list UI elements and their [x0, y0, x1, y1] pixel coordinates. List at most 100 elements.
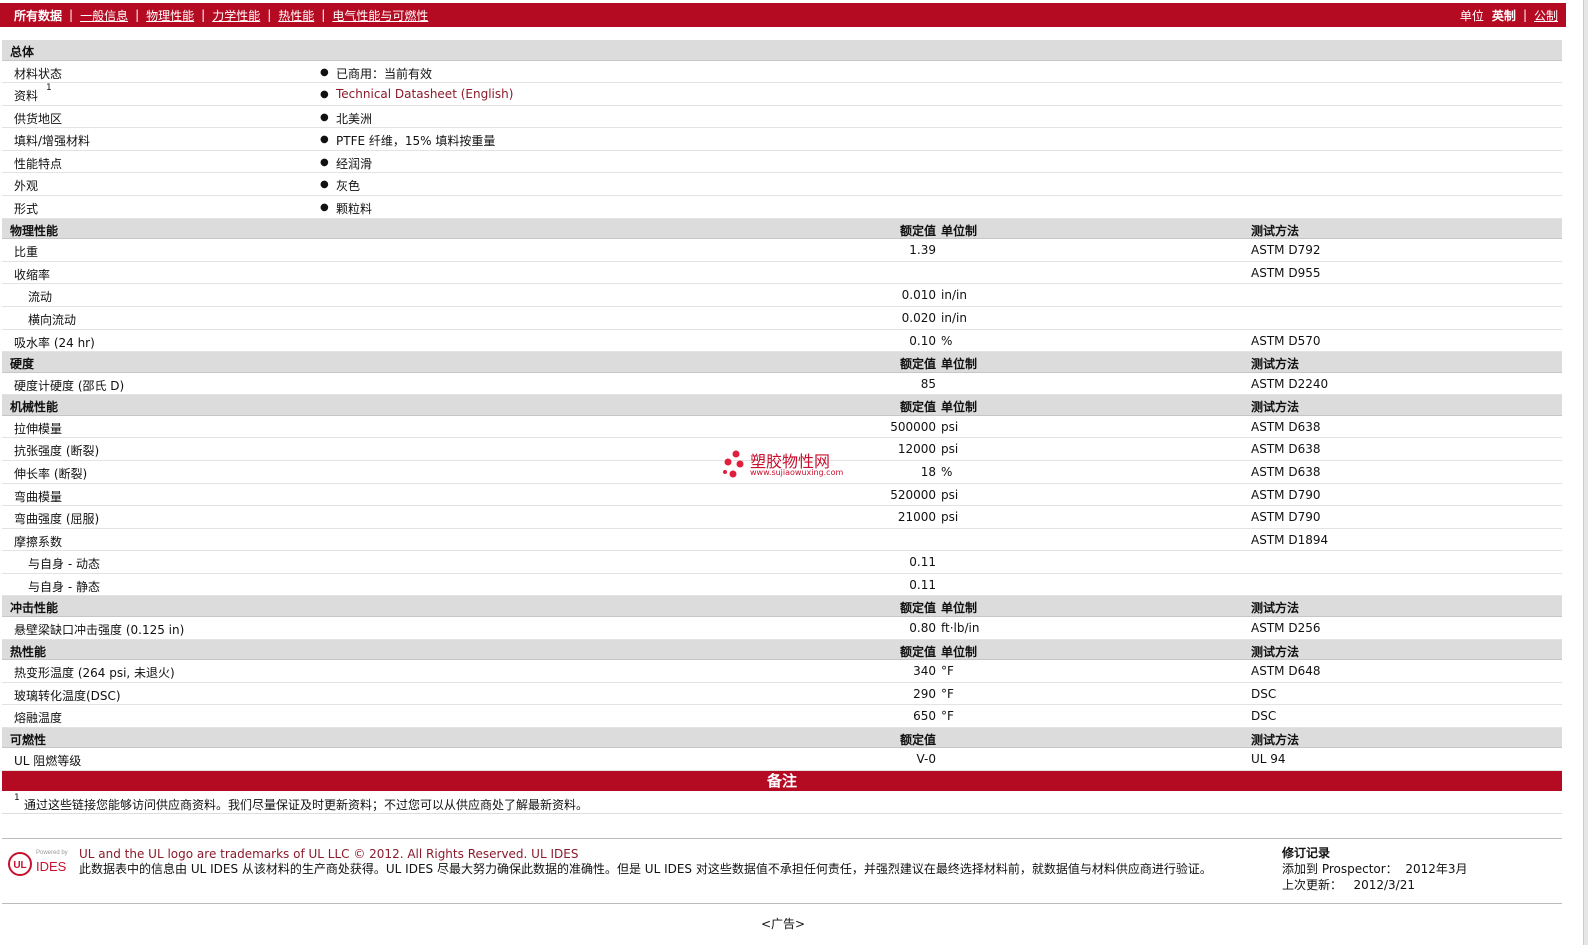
unit-value: psi — [941, 442, 959, 457]
property-row: 与自身 - 动态 0.11 — [2, 551, 1562, 574]
general-row: 填料/增强材料 ● PTFE 纤维，15% 填料按重量 — [2, 128, 1562, 151]
unit-metric[interactable]: 公制 — [1534, 7, 1558, 24]
col-nominal-header: 额定值 — [899, 223, 936, 238]
nominal-value: 290 — [913, 686, 936, 701]
footnote-ref[interactable]: 1 — [46, 83, 52, 93]
general-row: 资料 1 ● Technical Datasheet (English) — [2, 83, 1562, 106]
nominal-value: 85 — [920, 376, 936, 391]
nav-all-data[interactable]: 所有数据 — [14, 7, 62, 24]
property-label: 悬壁梁缺口冲击强度 (0.125 in) — [14, 622, 185, 637]
bullet-icon: ● — [320, 156, 329, 168]
updated-value: 2012/3/21 — [1353, 878, 1415, 892]
property-row: 流动 0.010 in/in — [2, 284, 1562, 307]
bullet-icon: ● — [320, 179, 329, 191]
nominal-value: 21000 — [897, 510, 936, 525]
test-method: ASTM D955 — [1251, 265, 1321, 280]
test-method: ASTM D570 — [1251, 333, 1321, 348]
unit-label: 单位 — [1459, 8, 1484, 23]
section-title: 热性能 — [10, 644, 47, 659]
nominal-value: 0.11 — [909, 577, 936, 592]
col-unit-header: 单位制 — [941, 601, 978, 616]
general-row: 材料状态 ● 已商用：当前有效 — [2, 61, 1562, 84]
nominal-value: 1.39 — [909, 243, 936, 258]
section-header: 机械性能 额定值 单位制 测试方法 — [2, 395, 1562, 416]
notes-header: 备注 — [2, 770, 1562, 791]
datasheet-link[interactable]: Technical Datasheet (English) — [336, 87, 513, 101]
test-method: ASTM D790 — [1251, 510, 1321, 525]
general-rows: 材料状态 ● 已商用：当前有效资料 1 ● Technical Datasheet (En… — [2, 61, 1562, 219]
col-test-header: 测试方法 — [1251, 357, 1300, 372]
test-method: DSC — [1251, 709, 1277, 724]
unit-value: ft·lb/in — [941, 620, 980, 635]
property-label: 与自身 - 静态 — [28, 579, 100, 594]
unit-value: psi — [941, 510, 959, 525]
general-row: 性能特点 ● 经润滑 — [2, 151, 1562, 174]
ad-placeholder[interactable]: <广告> — [0, 915, 1566, 932]
footnote-text: 通过这些链接您能够访问供应商资料。我们尽量保证及时更新资料；不过您可以从供应商处… — [24, 797, 589, 812]
property-row: UL 阻燃等级 V-0 UL 94 — [2, 748, 1562, 771]
section-header: 热性能 额定值 单位制 测试方法 — [2, 639, 1562, 661]
property-row: 玻璃转化温度(DSC) 290 °F DSC — [2, 683, 1562, 706]
property-label: 收缩率 — [14, 267, 51, 282]
nav-mechanical[interactable]: 力学性能 — [212, 7, 260, 24]
property-label: 资料 — [14, 89, 39, 104]
property-row: 摩擦系数 ASTM D1894 — [2, 529, 1562, 552]
property-label: 形式 — [14, 202, 39, 217]
revision-history: 修订记录 添加到 Prospector： 2012年3月 上次更新： 2012/… — [1282, 845, 1468, 893]
nav-separator: | — [321, 8, 326, 22]
property-value: 经润滑 — [336, 156, 373, 171]
unit-value: psi — [941, 419, 959, 434]
footer: UL Powered by IDES UL and the UL logo ar… — [2, 838, 1562, 904]
bullet-icon: ● — [320, 66, 329, 78]
nav-electrical-flammability[interactable]: 电气性能与可燃性 — [332, 7, 428, 24]
nominal-value: 0.11 — [909, 555, 936, 570]
property-label: 比重 — [14, 245, 39, 260]
nav-thermal[interactable]: 热性能 — [278, 7, 314, 24]
property-row: 收缩率 ASTM D955 — [2, 262, 1562, 285]
test-method: ASTM D1894 — [1251, 532, 1329, 547]
property-row: 热变形温度 (264 psi, 未退火) 340 °F ASTM D648 — [2, 660, 1562, 683]
property-label: 拉伸模量 — [14, 421, 63, 436]
nominal-value: 0.80 — [909, 620, 936, 635]
updated-label: 上次更新： — [1282, 878, 1343, 892]
bullet-icon: ● — [320, 111, 329, 123]
section-title: 总体 — [10, 45, 35, 59]
property-label: 材料状态 — [14, 66, 63, 81]
svg-text:UL: UL — [13, 860, 26, 871]
property-label: 弯曲强度 (屈服) — [14, 512, 100, 527]
nav-separator: | — [267, 8, 272, 22]
bullet-icon: ● — [320, 134, 329, 146]
col-unit-header: 单位制 — [941, 223, 978, 238]
general-row: 供货地区 ● 北美洲 — [2, 106, 1562, 129]
col-test-header: 测试方法 — [1251, 223, 1300, 238]
test-method: ASTM D256 — [1251, 620, 1321, 635]
test-method: ASTM D790 — [1251, 487, 1321, 502]
unit-imperial[interactable]: 英制 — [1492, 7, 1516, 24]
unit-value: % — [941, 464, 953, 479]
property-label: 供货地区 — [14, 111, 63, 126]
general-row: 外观 ● 灰色 — [2, 173, 1562, 197]
unit-value: psi — [941, 487, 959, 502]
disclaimer-text: 此数据表中的信息由 UL IDES 从该材料的生产商处获得。UL IDES 尽最… — [79, 862, 1212, 876]
unit-value: °F — [941, 686, 954, 701]
col-nominal-header: 额定值 — [899, 732, 936, 747]
test-method: ASTM D638 — [1251, 464, 1321, 479]
property-label: 抗张强度 (断裂) — [14, 444, 100, 459]
general-row: 形式 ● 颗粒料 — [2, 196, 1562, 219]
nav-physical[interactable]: 物理性能 — [146, 7, 194, 24]
nominal-value: 0.010 — [901, 288, 936, 303]
test-method: ASTM D648 — [1251, 664, 1321, 679]
unit-value: % — [941, 333, 953, 348]
property-value: 已商用：当前有效 — [336, 66, 433, 81]
property-value: PTFE 纤维，15% 填料按重量 — [336, 134, 496, 149]
nominal-value: 520000 — [890, 487, 936, 502]
col-nominal-header: 额定值 — [899, 644, 936, 659]
unit-value: °F — [941, 709, 954, 724]
section-header: 硬度 额定值 单位制 测试方法 — [2, 352, 1562, 373]
nominal-value: 340 — [913, 664, 936, 679]
nominal-value: 500000 — [890, 419, 936, 434]
property-label: 吸水率 (24 hr) — [14, 335, 95, 350]
vertical-scrollbar[interactable] — [1583, 0, 1588, 945]
property-value: 颗粒料 — [336, 202, 373, 217]
nav-general-info[interactable]: 一般信息 — [80, 7, 128, 24]
